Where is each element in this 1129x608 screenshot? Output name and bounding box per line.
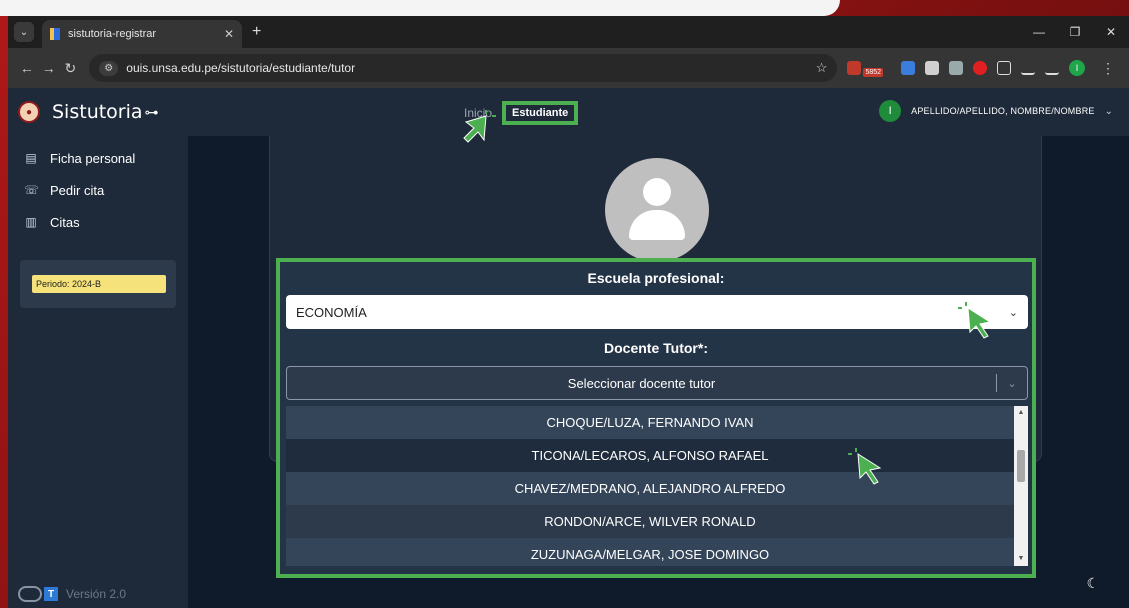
- chevron-down-icon: ⌄: [1007, 377, 1017, 390]
- docente-select[interactable]: Seleccionar docente tutor ⌄: [286, 366, 1028, 400]
- list-item[interactable]: CHOQUE/LUZA, FERNANDO IVAN: [286, 406, 1014, 439]
- chevron-down-icon: ⌄: [1104, 105, 1113, 117]
- escuela-value: ECONOMÍA: [296, 304, 367, 320]
- sidebar-item-ficha[interactable]: ▤ Ficha personal: [8, 142, 188, 174]
- favicon-icon: [50, 28, 60, 40]
- scroll-down-icon[interactable]: ▼: [1014, 552, 1028, 566]
- extension-icon[interactable]: [925, 61, 940, 75]
- version-footer: T Versión 2.0: [18, 586, 126, 602]
- user-menu[interactable]: I APELLIDO/APELLIDO, NOMBRE/NOMBRE ⌄: [879, 100, 1113, 122]
- list-item[interactable]: TICONA/LECAROS, ALFONSO RAFAEL: [286, 439, 1014, 472]
- cloud-icon: [18, 586, 42, 602]
- reload-icon[interactable]: ↻: [60, 60, 82, 77]
- back-icon[interactable]: ←: [16, 60, 38, 76]
- tutoring-icon: ⊶: [144, 103, 159, 120]
- moon-icon[interactable]: ☾: [1086, 575, 1099, 592]
- window-close-icon[interactable]: ✕: [1093, 25, 1129, 39]
- forward-icon[interactable]: →: [38, 60, 60, 76]
- version-text: Versión 2.0: [66, 587, 127, 601]
- profile-avatar[interactable]: I: [1069, 60, 1086, 76]
- list-item[interactable]: CHAVEZ/MEDRANO, ALEJANDRO ALFREDO: [286, 472, 1014, 505]
- docente-options-list: CHOQUE/LUZA, FERNANDO IVAN TICONA/LECARO…: [286, 406, 1028, 566]
- book-icon: ▥: [25, 215, 37, 229]
- brand-name: Sistutoria: [52, 101, 143, 123]
- restore-icon[interactable]: ❐: [1057, 25, 1093, 39]
- puzzle-icon[interactable]: [997, 61, 1012, 75]
- scrollbar[interactable]: ▲ ▼: [1014, 406, 1028, 566]
- url-input[interactable]: ⚙ ouis.unsa.edu.pe/sistutoria/estudiante…: [89, 54, 838, 82]
- phone-icon: ☏: [24, 183, 40, 197]
- tutor-form-highlight: Escuela profesional: ECONOMÍA ⌄ Docente …: [276, 258, 1036, 578]
- extension-icon[interactable]: [847, 61, 862, 75]
- download-icon[interactable]: [1045, 61, 1060, 75]
- tab-search-icon[interactable]: ⌄: [14, 22, 34, 42]
- period-box: Periodo: 2024-B: [20, 260, 176, 308]
- address-bar: ← → ↻ ⚙ ouis.unsa.edu.pe/sistutoria/estu…: [8, 48, 1129, 88]
- list-item[interactable]: RONDON/ARCE, WILVER RONALD: [286, 505, 1014, 538]
- sidebar-item-citas[interactable]: ▥ Citas: [8, 206, 188, 238]
- extensions-area: 5852 I ⋮: [847, 60, 1121, 77]
- star-icon[interactable]: ☆: [816, 60, 828, 76]
- background-decoration: [0, 0, 840, 16]
- scroll-up-icon[interactable]: ▲: [1014, 406, 1028, 420]
- period-badge: Periodo: 2024-B: [32, 275, 166, 293]
- kebab-menu-icon[interactable]: ⋮: [1095, 60, 1121, 77]
- sidebar: ▤ Ficha personal ☏ Pedir cita ▥ Citas Pe…: [8, 136, 188, 608]
- t-logo-icon: T: [44, 587, 58, 601]
- docente-label: Docente Tutor*:: [604, 340, 708, 356]
- sidebar-item-label: Ficha personal: [50, 150, 136, 166]
- tab-title: sistutoria-registrar: [68, 28, 157, 40]
- extension-icon[interactable]: [949, 61, 964, 75]
- cursor-annotation-icon: [848, 448, 882, 485]
- cursor-annotation-icon: [958, 302, 992, 339]
- docente-placeholder: Seleccionar docente tutor: [567, 375, 716, 391]
- university-logo-icon: ●: [18, 101, 40, 123]
- app-header: ● Sistutoria ⊶ Inicio Estudiante I APELL…: [8, 88, 1129, 136]
- reading-list-icon[interactable]: [1021, 61, 1036, 75]
- minimize-icon[interactable]: —: [1021, 25, 1057, 39]
- new-tab-icon[interactable]: +: [252, 23, 261, 41]
- id-card-icon: ▤: [25, 151, 37, 165]
- brand[interactable]: ● Sistutoria ⊶: [18, 101, 159, 123]
- scroll-thumb[interactable]: [1017, 450, 1025, 482]
- escuela-select[interactable]: ECONOMÍA ⌄: [286, 295, 1028, 329]
- close-icon[interactable]: ✕: [224, 27, 234, 41]
- escuela-label: Escuela profesional:: [587, 270, 725, 286]
- avatar: I: [879, 100, 902, 122]
- tab-strip: ⌄ sistutoria-registrar ✕ + — ❐ ✕: [8, 16, 1129, 48]
- extension-icon[interactable]: [901, 61, 916, 75]
- nav-estudiante[interactable]: Estudiante: [502, 101, 579, 125]
- sidebar-item-label: Pedir cita: [50, 182, 105, 198]
- sidebar-item-label: Citas: [50, 214, 80, 230]
- list-item[interactable]: ZUZUNAGA/MELGAR, JOSE DOMINGO: [286, 538, 1014, 566]
- extension-icon[interactable]: [973, 61, 988, 75]
- sidebar-item-pedir-cita[interactable]: ☏ Pedir cita: [8, 174, 188, 206]
- site-info-icon[interactable]: ⚙: [99, 60, 119, 76]
- window-controls: — ❐ ✕: [1021, 16, 1129, 48]
- browser-tab[interactable]: sistutoria-registrar ✕: [42, 20, 242, 48]
- chevron-down-icon: ⌄: [1008, 306, 1018, 319]
- url-text: ouis.unsa.edu.pe/sistutoria/estudiante/t…: [126, 61, 356, 75]
- extension-badge: 5852: [863, 67, 884, 77]
- user-placeholder-icon: [605, 158, 709, 262]
- cursor-annotation-icon: [463, 110, 496, 143]
- user-name: APELLIDO/APELLIDO, NOMBRE/NOMBRE: [911, 106, 1095, 116]
